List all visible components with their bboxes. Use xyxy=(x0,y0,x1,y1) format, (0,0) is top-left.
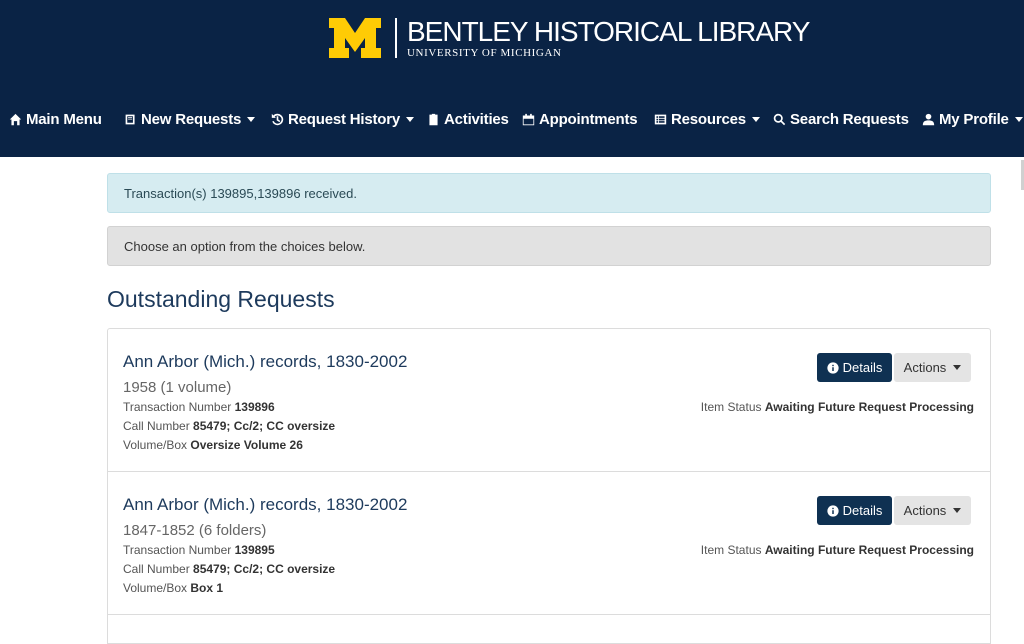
actions-button-label: Actions xyxy=(903,360,947,375)
user-icon xyxy=(922,113,935,125)
list-icon xyxy=(654,114,667,124)
volume-box-value: Oversize Volume 26 xyxy=(190,438,303,452)
nav-appointments-label: Appointments xyxy=(539,110,638,128)
chevron-down-icon xyxy=(247,116,256,122)
nav-activities-label: Activities xyxy=(444,110,509,128)
nav-new-requests-label: New Requests xyxy=(141,110,242,128)
item-status-value: Awaiting Future Request Processing xyxy=(764,543,974,557)
details-button-label: Details xyxy=(842,360,883,375)
nav-main-menu[interactable]: Main Menu xyxy=(9,104,102,134)
call-number-value: 85479; Cc/2; CC oversize xyxy=(193,562,336,576)
nav-resources[interactable]: Resources xyxy=(654,104,760,134)
actions-dropdown-button[interactable]: Actions xyxy=(894,353,971,382)
chevron-down-icon xyxy=(1014,116,1023,122)
transaction-received-alert: Transaction(s) 139895,139896 received. xyxy=(107,173,991,213)
transaction-number: Transaction Number 139895 xyxy=(123,543,275,557)
main-nav: Main Menu New Requests Request History A… xyxy=(0,104,1024,134)
details-button-label: Details xyxy=(842,503,883,518)
nav-resources-label: Resources xyxy=(671,110,746,128)
brand-divider xyxy=(395,18,397,58)
transaction-number-label: Transaction Number xyxy=(123,543,232,557)
details-button[interactable]: Details xyxy=(817,496,892,525)
call-number-label: Call Number xyxy=(123,419,190,433)
book-icon xyxy=(125,114,135,124)
nav-main-menu-label: Main Menu xyxy=(26,110,102,128)
chevron-down-icon xyxy=(406,116,415,122)
history-icon xyxy=(271,113,284,125)
actions-dropdown-button[interactable]: Actions xyxy=(894,496,971,525)
info-circle-icon xyxy=(827,361,839,374)
request-card: Ann Arbor (Mich.) records, 1830-2002 195… xyxy=(107,328,991,472)
volume-box-value: Box 1 xyxy=(190,581,224,595)
actions-button-label: Actions xyxy=(903,503,947,518)
nav-activities[interactable]: Activities xyxy=(427,104,509,134)
call-number-label: Call Number xyxy=(123,562,190,576)
brand-title: BENTLEY HISTORICAL LIBRARY xyxy=(407,16,810,47)
chevron-down-icon xyxy=(953,365,962,370)
volume-box-label: Volume/Box xyxy=(123,438,188,452)
request-title: Ann Arbor (Mich.) records, 1830-2002 xyxy=(123,495,408,514)
nav-new-requests[interactable]: New Requests xyxy=(124,104,256,134)
volume-box: Volume/Box Box 1 xyxy=(123,581,223,595)
request-title: Ann Arbor (Mich.) records, 1830-2002 xyxy=(123,352,408,371)
page-title: Outstanding Requests xyxy=(107,286,335,312)
search-icon xyxy=(773,113,786,125)
call-number: Call Number 85479; Cc/2; CC oversize xyxy=(123,562,335,576)
transaction-number-value: 139895 xyxy=(234,543,275,557)
item-status-label: Item Status xyxy=(700,543,762,557)
nav-request-history-label: Request History xyxy=(288,110,401,128)
volume-box-label: Volume/Box xyxy=(123,581,188,595)
item-status: Item Status Awaiting Future Request Proc… xyxy=(701,543,974,557)
call-number-value: 85479; Cc/2; CC oversize xyxy=(193,419,336,433)
home-icon xyxy=(9,113,22,125)
nav-search-requests[interactable]: Search Requests xyxy=(773,104,909,134)
item-status-label: Item Status xyxy=(700,400,762,414)
chevron-down-icon xyxy=(953,508,962,513)
request-subtitle: 1958 (1 volume) xyxy=(123,379,232,396)
info-circle-icon xyxy=(827,504,839,517)
item-status: Item Status Awaiting Future Request Proc… xyxy=(701,400,974,414)
brand-subtitle: UNIVERSITY OF MICHIGAN xyxy=(407,47,562,59)
item-status-value: Awaiting Future Request Processing xyxy=(764,400,974,414)
transaction-number-value: 139896 xyxy=(234,400,275,414)
request-card: Ann Arbor (Mich.) records, 1830-2002 184… xyxy=(107,471,991,615)
nav-appointments[interactable]: Appointments xyxy=(522,104,638,134)
nav-my-profile[interactable]: My Profile xyxy=(922,104,1023,134)
clipboard-icon xyxy=(429,113,438,125)
chevron-down-icon xyxy=(751,116,760,122)
call-number: Call Number 85479; Cc/2; CC oversize xyxy=(123,419,335,433)
nav-request-history[interactable]: Request History xyxy=(271,104,415,134)
request-card xyxy=(107,614,991,644)
brand-logo[interactable]: BENTLEY HISTORICAL LIBRARY UNIVERSITY OF… xyxy=(329,16,810,60)
volume-box: Volume/Box Oversize Volume 26 xyxy=(123,438,303,452)
block-m-logo-icon xyxy=(329,18,381,58)
choose-option-message: Choose an option from the choices below. xyxy=(107,226,991,266)
transaction-number-label: Transaction Number xyxy=(123,400,232,414)
request-subtitle: 1847-1852 (6 folders) xyxy=(123,522,267,539)
nav-my-profile-label: My Profile xyxy=(939,110,1009,128)
details-button[interactable]: Details xyxy=(817,353,892,382)
calendar-icon xyxy=(522,113,535,125)
nav-search-requests-label: Search Requests xyxy=(790,110,909,128)
transaction-number: Transaction Number 139896 xyxy=(123,400,275,414)
site-header: BENTLEY HISTORICAL LIBRARY UNIVERSITY OF… xyxy=(0,0,1024,157)
